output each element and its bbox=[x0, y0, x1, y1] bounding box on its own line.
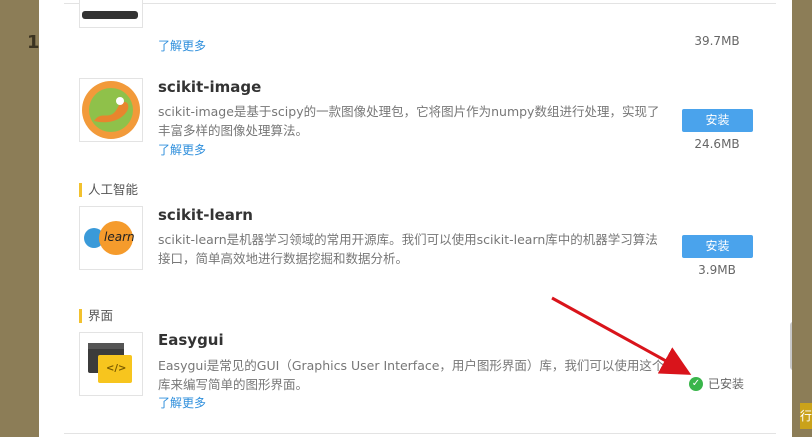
category-gui: 界面 bbox=[79, 309, 113, 323]
package-name: Easygui bbox=[158, 331, 224, 349]
package-name: scikit-learn bbox=[158, 206, 253, 224]
package-list-panel: 了解更多 39.7MB scikit-image scikit-image是基于… bbox=[39, 0, 792, 437]
package-description: scikit-image是基于scipy的一款图像处理包，它将图片作为numpy… bbox=[158, 104, 660, 138]
learn-more-link[interactable]: 了解更多 bbox=[158, 37, 206, 54]
category-ai: 人工智能 bbox=[79, 183, 138, 197]
installed-label: 已安装 bbox=[708, 377, 745, 391]
installed-status: ✓ 已安装 bbox=[689, 375, 744, 392]
divider bbox=[64, 433, 776, 434]
package-size: 24.6MB bbox=[694, 137, 740, 151]
install-button[interactable]: 安装 bbox=[682, 109, 753, 132]
opencv-thumbnail bbox=[79, 0, 143, 28]
learn-more-link[interactable]: 了解更多 bbox=[158, 141, 206, 158]
background-button-fragment: 行 bbox=[800, 403, 812, 429]
divider bbox=[64, 3, 776, 4]
check-icon: ✓ bbox=[689, 376, 703, 391]
opencv-logo-icon bbox=[82, 11, 138, 19]
learn-more-link[interactable]: 了解更多 bbox=[158, 394, 206, 411]
easygui-thumbnail: </> bbox=[79, 332, 143, 396]
code-glyph: </> bbox=[106, 363, 127, 374]
background-text: 1 bbox=[27, 32, 40, 53]
scikit-learn-thumbnail: learn bbox=[79, 206, 143, 270]
scrollbar-thumb[interactable] bbox=[790, 322, 792, 370]
learn-text: learn bbox=[104, 230, 135, 244]
package-name: scikit-image bbox=[158, 78, 262, 96]
package-description: Easygui是常见的GUI（Graphics User Interface，用… bbox=[158, 358, 665, 392]
package-description: scikit-learn是机器学习领域的常用开源库。我们可以使用scikit-l… bbox=[158, 232, 658, 266]
scikit-image-logo-icon bbox=[82, 81, 140, 139]
package-size: 3.9MB bbox=[698, 263, 736, 277]
scikit-image-thumbnail bbox=[79, 78, 143, 142]
package-size: 39.7MB bbox=[694, 34, 740, 48]
install-button[interactable]: 安装 bbox=[682, 235, 753, 258]
